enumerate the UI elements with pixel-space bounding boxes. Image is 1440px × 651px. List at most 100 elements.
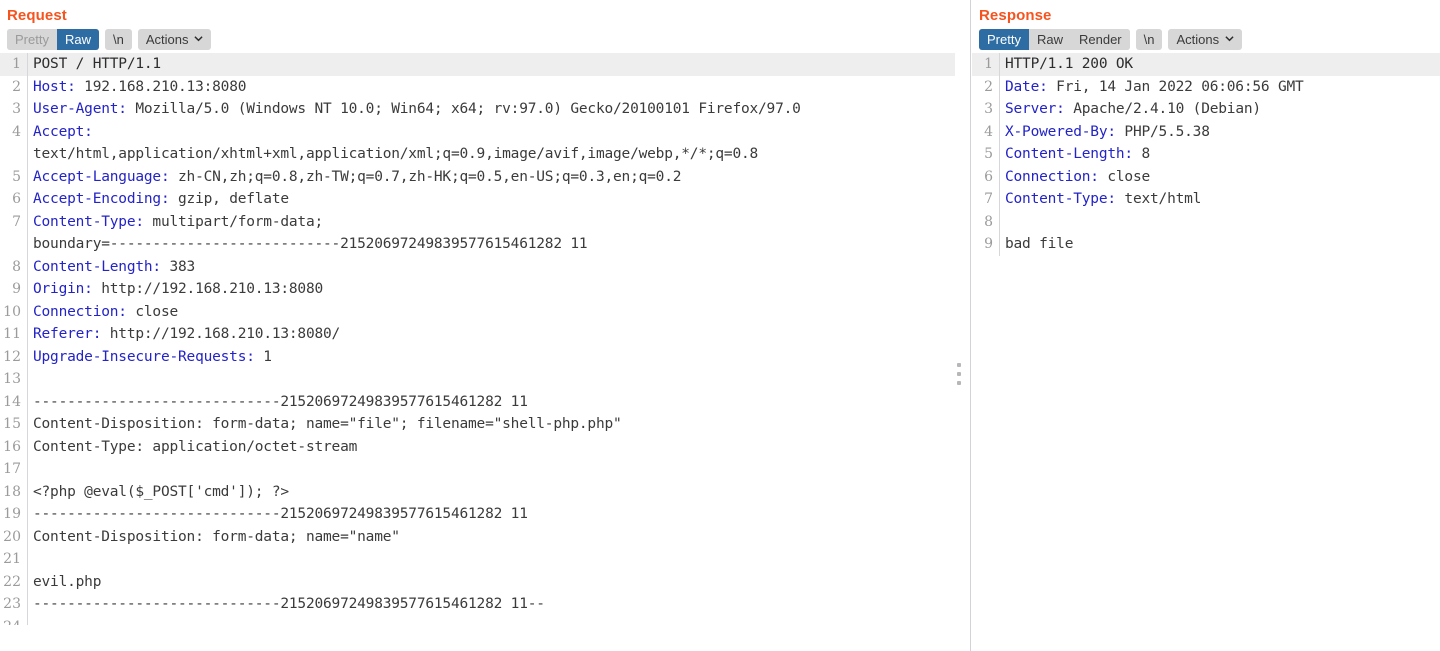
response-line-text: X-Powered-By: PHP/5.5.38 (1000, 121, 1440, 144)
response-line: 4 X-Powered-By: PHP/5.5.38 (972, 120, 1440, 144)
request-line: 13 (0, 368, 955, 391)
request-header-name: Origin: (33, 281, 93, 297)
request-line-text: -----------------------------21520697249… (28, 593, 955, 616)
request-header-value: 1 (254, 348, 272, 365)
response-pane: Response Pretty Raw Render \n Actions 1H… (972, 0, 1440, 651)
request-line-text: Content-Length: 383 (28, 256, 955, 279)
request-line-text: text/html,application/xhtml+xml,applicat… (28, 143, 955, 166)
request-header-name: Accept-Language: (33, 168, 170, 185)
response-message-body[interactable]: 1 HTTP/1.1 200 OK 2 Date: Fri, 14 Jan 2022 … (972, 53, 1440, 625)
request-line-text: Origin: http://192.168.210.13:8080 (28, 278, 955, 301)
request-line-text: Accept-Encoding: gzip, deflate (28, 188, 955, 211)
request-line: 5 Accept-Language: zh-CN,zh;q=0.8,zh-TW;q… (0, 165, 955, 188)
request-line-text: POST / HTTP/1.1 (28, 53, 955, 76)
request-header-name: Content-Type: (33, 213, 144, 230)
splitter-grip-icon[interactable] (957, 363, 962, 386)
request-line-number: 6 (0, 188, 28, 211)
request-line-number: 20 (0, 525, 28, 548)
request-view-mode-group[interactable]: Pretty Raw (7, 28, 99, 50)
request-line: 4 Accept: (0, 120, 955, 143)
response-header-value: Apache/2.4.10 (Debian) (1064, 101, 1261, 117)
request-line: 12 Upgrade-Insecure-Requests: 1 (0, 345, 955, 369)
response-toolbar: Pretty Raw Render \n Actions (972, 25, 1440, 53)
response-view-mode-raw[interactable]: Raw (1028, 28, 1071, 50)
pane-splitter[interactable] (955, 0, 972, 651)
request-line: 20 Content-Disposition: form-data; name="… (0, 525, 955, 548)
request-newline-button[interactable]: \n (104, 28, 132, 50)
request-body-text (33, 551, 42, 567)
request-line-text: evil.php (28, 571, 955, 594)
request-header-value: gzip, deflate (169, 191, 289, 207)
request-line-number: 10 (0, 300, 28, 323)
request-body-text: -----------------------------21520697249… (33, 596, 545, 612)
request-line-text: Upgrade-Insecure-Requests: 1 (28, 346, 955, 369)
response-view-mode-group[interactable]: Pretty Raw Render (979, 28, 1130, 50)
request-line: 21 (0, 548, 955, 571)
request-line: 22 evil.php (0, 570, 955, 594)
request-actions-label: Actions (145, 31, 189, 47)
request-line-text: Host: 192.168.210.13:8080 (28, 76, 955, 99)
response-line-number: 9 (972, 233, 1000, 256)
request-line-number: 1 (0, 53, 28, 76)
response-line-text: bad file (1000, 233, 1440, 256)
request-actions-button[interactable]: Actions (137, 28, 212, 50)
http-message-viewer: Request Pretty Raw \n Actions 1 POST / HT… (0, 0, 1440, 651)
request-line-text: boundary=---------------------------2152… (28, 233, 955, 256)
request-line-number: 23 (0, 593, 28, 616)
request-line-number: 21 (0, 548, 28, 571)
response-body-text: bad file (1005, 236, 1074, 252)
request-header-name: Host: (33, 78, 76, 95)
request-line: 17 (0, 458, 955, 481)
response-line-text: Date: Fri, 14 Jan 2022 06:06:56 GMT (1000, 76, 1440, 99)
response-view-mode-pretty[interactable]: Pretty (979, 28, 1029, 50)
response-actions-button[interactable]: Actions (1168, 28, 1243, 50)
response-line-number: 3 (972, 98, 1000, 121)
response-line-text: Server: Apache/2.4.10 (Debian) (1000, 98, 1440, 121)
request-header-name: Content-Length: (33, 258, 161, 275)
request-line-number: 14 (0, 390, 28, 413)
request-body-text (33, 461, 42, 477)
response-newline-button[interactable]: \n (1135, 28, 1163, 50)
request-view-mode-pretty[interactable]: Pretty (7, 28, 57, 50)
response-header-name: X-Powered-By: (1005, 123, 1116, 140)
request-line: 23 -----------------------------215206972… (0, 593, 955, 616)
request-line: 2 Host: 192.168.210.13:8080 (0, 75, 955, 99)
response-line: 7 Content-Type: text/html (972, 188, 1440, 211)
request-line-number: 19 (0, 503, 28, 526)
request-line-text (28, 368, 955, 391)
request-header-value: zh-CN,zh;q=0.8,zh-TW;q=0.7,zh-HK;q=0.5,e… (169, 168, 682, 185)
request-line: 24 (0, 615, 955, 625)
response-line: 8 (972, 210, 1440, 234)
request-line-text: -----------------------------21520697249… (28, 503, 955, 526)
request-body-text: boundary=---------------------------2152… (33, 236, 588, 252)
response-line-text: Connection: close (1000, 166, 1440, 189)
request-view-mode-raw[interactable]: Raw (56, 28, 99, 50)
request-line-number: 18 (0, 480, 28, 503)
request-message-body[interactable]: 1 POST / HTTP/1.1 2 Host: 192.168.210.13:80… (0, 53, 955, 625)
splitter-line (970, 0, 971, 651)
response-line-text (1000, 211, 1440, 234)
response-line: 9 bad file (972, 233, 1440, 256)
response-view-mode-render[interactable]: Render (1070, 28, 1130, 50)
request-line: text/html,application/xhtml+xml,applicat… (0, 143, 955, 166)
request-line-number: 16 (0, 435, 28, 458)
response-header-name: Content-Length: (1005, 146, 1133, 162)
request-line-text: Referer: http://192.168.210.13:8080/ (28, 323, 955, 346)
request-line: boundary=---------------------------2152… (0, 233, 955, 256)
request-line: 8 Content-Length: 383 (0, 255, 955, 279)
response-line-number: 2 (972, 75, 1000, 98)
response-line-number: 5 (972, 143, 1000, 166)
response-header-name: Server: (1005, 101, 1065, 117)
response-line: 2 Date: Fri, 14 Jan 2022 06:06:56 GMT (972, 75, 1440, 99)
request-body-text: -----------------------------21520697249… (33, 506, 528, 522)
response-header-value: 8 (1132, 146, 1151, 162)
request-line: 1 POST / HTTP/1.1 (0, 53, 955, 76)
request-line-number: 9 (0, 278, 28, 301)
request-line-text: -----------------------------21520697249… (28, 391, 955, 414)
request-line-text: Content-Type: application/octet-stream (28, 436, 955, 459)
request-line: 14 -----------------------------215206972… (0, 390, 955, 414)
response-actions-label: Actions (1176, 31, 1220, 47)
response-line-text: Content-Type: text/html (1000, 188, 1440, 211)
request-pane: Request Pretty Raw \n Actions 1 POST / HT… (0, 0, 955, 651)
response-line-number: 7 (972, 188, 1000, 211)
